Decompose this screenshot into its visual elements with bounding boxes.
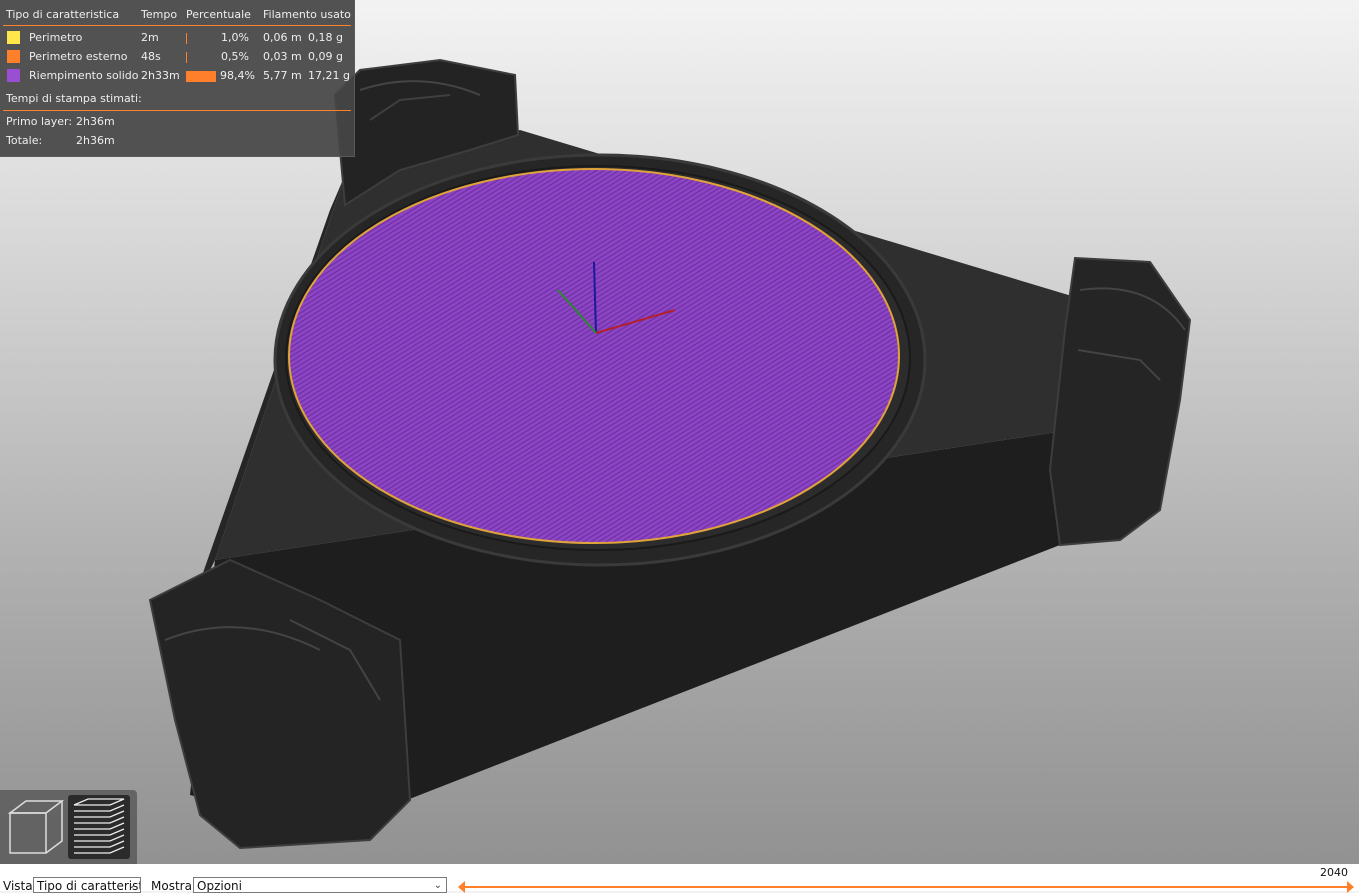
slider-right-thumb[interactable]	[1347, 881, 1354, 893]
feature-name: Perimetro	[29, 31, 83, 44]
preview-layers-button[interactable]	[68, 795, 130, 859]
solid-infill-disc	[288, 168, 900, 544]
feature-time: 48s	[141, 50, 161, 63]
total-time-row: Totale: 2h36m	[0, 132, 354, 150]
slider-max-value: 2040	[1320, 866, 1348, 879]
feature-length: 5,77 m	[263, 69, 302, 82]
color-swatch	[7, 69, 20, 82]
model-clamp-right	[1048, 256, 1192, 547]
header-filament-used: Filamento usato	[263, 8, 351, 21]
horizontal-move-slider[interactable]	[463, 886, 1349, 888]
total-label: Totale:	[6, 134, 43, 147]
legend-row-perimetro-esterno[interactable]: Perimetro esterno 48s 0,5% 0,03 m 0,09 g	[0, 48, 354, 66]
feature-weight: 0,09 g	[308, 50, 343, 63]
bottom-toolbar: Vista Tipo di caratteristica ⌄ Mostra Op…	[0, 864, 1359, 893]
total-value: 2h36m	[76, 134, 115, 147]
header-percent: Percentuale	[186, 8, 251, 21]
first-layer-row: Primo layer: 2h36m	[0, 113, 354, 131]
legend-row-riempimento-solido[interactable]: Riempimento solido 2h33m 98,4% 5,77 m 17…	[0, 67, 354, 85]
header-time: Tempo	[141, 8, 178, 21]
feature-length: 0,06 m	[263, 31, 302, 44]
feature-percent: 1,0%	[221, 31, 249, 44]
first-layer-label: Primo layer:	[6, 115, 73, 128]
feature-weight: 17,21 g	[308, 69, 350, 82]
percent-bar	[186, 71, 216, 82]
color-swatch	[7, 50, 20, 63]
legend-header-separator	[3, 25, 351, 26]
feature-time: 2m	[141, 31, 159, 44]
percent-bar	[186, 33, 187, 44]
feature-weight: 0,18 g	[308, 31, 343, 44]
view-mode-toolbar	[0, 790, 137, 864]
3d-view-button[interactable]	[4, 795, 66, 859]
estimated-times-separator	[3, 110, 351, 111]
feature-time: 2h33m	[141, 69, 180, 82]
cube-3d-view-icon	[7, 800, 65, 854]
color-swatch	[7, 31, 20, 44]
layers-preview-icon	[73, 798, 125, 854]
percent-bar	[186, 52, 187, 63]
first-layer-value: 2h36m	[76, 115, 115, 128]
feature-percent: 0,5%	[221, 50, 249, 63]
slider-left-thumb[interactable]	[458, 881, 465, 893]
legend-row-perimetro[interactable]: Perimetro 2m 1,0% 0,06 m 0,18 g	[0, 29, 354, 47]
feature-name: Riempimento solido	[29, 69, 139, 82]
estimated-times-title: Tempi di stampa stimati:	[6, 92, 142, 105]
feature-legend-panel: Tipo di caratteristica Tempo Percentuale…	[0, 0, 355, 157]
header-feature-type: Tipo di caratteristica	[6, 8, 120, 21]
feature-length: 0,03 m	[263, 50, 302, 63]
feature-percent: 98,4%	[220, 69, 255, 82]
feature-name: Perimetro esterno	[29, 50, 128, 63]
legend-header: Tipo di caratteristica Tempo Percentuale…	[0, 6, 354, 24]
